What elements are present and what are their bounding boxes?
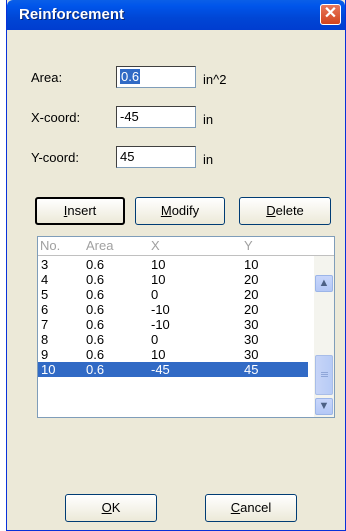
list-header: No. Area X Y bbox=[38, 237, 334, 256]
xcoord-value: -45 bbox=[120, 109, 139, 124]
header-no: No. bbox=[40, 238, 61, 253]
ok-button[interactable]: OK bbox=[65, 494, 157, 522]
scroll-down-button[interactable]: ▼ bbox=[315, 398, 333, 415]
ycoord-label: Y-coord: bbox=[31, 150, 79, 165]
list-item[interactable]: 7 0.6 -10 30 bbox=[38, 317, 308, 332]
area-unit: in^2 bbox=[203, 72, 227, 87]
close-icon: ✕ bbox=[323, 5, 338, 22]
ycoord-value: 45 bbox=[120, 149, 135, 164]
list-scrollbar[interactable]: ▲ ▼ bbox=[314, 256, 334, 417]
area-value: 0.6 bbox=[120, 69, 141, 84]
ycoord-input[interactable]: 45 bbox=[116, 146, 196, 168]
list-item[interactable]: 5 0.6 0 20 bbox=[38, 287, 308, 302]
ycoord-unit: in bbox=[203, 152, 214, 167]
header-area: Area bbox=[86, 238, 114, 253]
scroll-thumb[interactable] bbox=[315, 355, 333, 395]
title-bar[interactable]: Reinforcement ✕ bbox=[7, 0, 345, 30]
xcoord-input[interactable]: -45 bbox=[116, 106, 196, 128]
reinforcement-dialog: Reinforcement ✕ Area: 0.6 in^2 X-coord: … bbox=[6, 0, 346, 531]
xcoord-unit: in bbox=[203, 112, 214, 127]
header-y: Y bbox=[244, 238, 253, 253]
reinforcement-list[interactable]: No. Area X Y 3 0.6 10 10 4 0.6 10 20 5 0.6 0 20 6… bbox=[37, 236, 335, 418]
insert-button[interactable]: Insert bbox=[35, 197, 125, 225]
list-item[interactable]: 9 0.6 10 30 bbox=[38, 347, 308, 362]
list-item-selected[interactable]: 10 0.6 -45 45 bbox=[38, 362, 308, 377]
chevron-up-icon: ▲ bbox=[318, 277, 330, 289]
modify-button[interactable]: Modify bbox=[135, 197, 225, 225]
window-title: Reinforcement bbox=[19, 6, 125, 23]
area-label: Area: bbox=[31, 70, 63, 85]
list-item[interactable]: 6 0.6 -10 20 bbox=[38, 302, 308, 317]
xcoord-label: X-coord: bbox=[31, 110, 81, 125]
scroll-up-button[interactable]: ▲ bbox=[315, 275, 333, 292]
list-item[interactable]: 3 0.6 10 10 bbox=[38, 257, 308, 272]
area-input[interactable]: 0.6 bbox=[116, 66, 196, 88]
list-item[interactable]: 4 0.6 10 20 bbox=[38, 272, 308, 287]
chevron-down-icon: ▼ bbox=[318, 400, 330, 412]
header-x: X bbox=[151, 238, 160, 253]
close-button[interactable]: ✕ bbox=[320, 4, 341, 25]
list-item[interactable]: 8 0.6 0 30 bbox=[38, 332, 308, 347]
cancel-button[interactable]: Cancel bbox=[205, 494, 297, 522]
delete-button[interactable]: Delete bbox=[239, 197, 331, 225]
